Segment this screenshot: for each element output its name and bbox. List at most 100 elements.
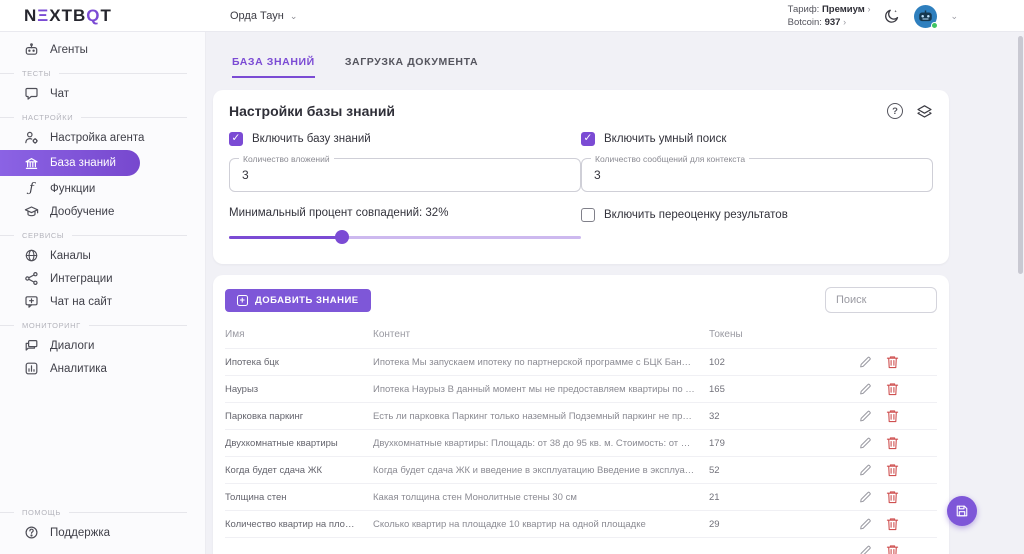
app-logo: NΞXTBQT (24, 6, 112, 26)
save-fab-button[interactable] (947, 496, 977, 526)
sidebar-item-label: Чат (50, 88, 69, 100)
edit-icon[interactable] (859, 463, 872, 477)
sidebar-item-agents[interactable]: Агенты (0, 38, 205, 61)
table-body: Ипотека бцк Ипотека Мы запускаем ипотеку… (225, 348, 937, 554)
edit-icon[interactable] (859, 436, 872, 450)
tab-upload-document[interactable]: ЗАГРУЗКА ДОКУМЕНТА (345, 56, 478, 78)
knowledge-tokens: 102 (709, 357, 794, 368)
knowledge-name: Парковка паркинг (225, 411, 373, 422)
chevron-down-icon: ⌄ (290, 11, 298, 22)
delete-icon[interactable] (886, 517, 899, 531)
graduation-cap-icon (24, 204, 39, 219)
sidebar-item-analytics[interactable]: Аналитика (0, 357, 205, 380)
sidebar-section-services: СЕРВИСЫ (0, 226, 205, 244)
delete-icon[interactable] (886, 355, 899, 369)
help-icon[interactable]: ? (887, 103, 903, 119)
edit-icon[interactable] (859, 517, 872, 531)
edit-icon[interactable] (859, 409, 872, 423)
sidebar-item-knowledge-base[interactable]: База знаний (0, 150, 140, 176)
sidebar-item-label: Агенты (50, 44, 88, 56)
user-gear-icon (24, 130, 39, 145)
sidebar-item-functions[interactable]: ƒ Функции (0, 177, 205, 200)
chat-widget-icon (24, 294, 39, 309)
smart-search-label: Включить умный поиск (604, 133, 726, 145)
delete-icon[interactable] (886, 409, 899, 423)
sidebar-section-settings: НАСТРОЙКИ (0, 108, 205, 126)
smart-search-checkbox[interactable] (581, 132, 595, 146)
delete-icon[interactable] (886, 463, 899, 477)
top-header: NΞXTBQT Орда Таун ⌄ Тариф: Премиум › Bot… (0, 0, 1024, 32)
sidebar-item-label: База знаний (50, 157, 116, 169)
sidebar-item-label: Диалоги (50, 340, 94, 352)
sidebar-item-training[interactable]: Дообучение (0, 200, 205, 223)
table-row: Парковка паркинг Есть ли парковка Паркин… (225, 402, 937, 429)
plan-label: Тариф: (788, 4, 820, 15)
bank-icon (24, 156, 39, 171)
plan-value: Премиум (822, 4, 865, 15)
edit-icon[interactable] (859, 490, 872, 504)
sidebar-item-label: Функции (50, 183, 95, 195)
match-slider-fill (229, 236, 342, 239)
knowledge-name: Ипотека бцк (225, 357, 373, 368)
delete-icon[interactable] (886, 544, 899, 554)
sidebar-item-label: Настройка агента (50, 132, 144, 144)
knowledge-content: Сколько квартир на площадке 10 квартир н… (373, 519, 709, 530)
botcoin-label: Botcoin: (788, 17, 822, 28)
sidebar-item-label: Дообучение (50, 206, 114, 218)
edit-icon[interactable] (859, 544, 872, 554)
sidebar-item-label: Интеграции (50, 273, 113, 285)
layers-icon[interactable] (916, 104, 933, 119)
sidebar-item-dialogs[interactable]: Диалоги (0, 334, 205, 357)
knowledge-table: Имя Контент Токены Ипотека бцк Ипотека М… (225, 321, 937, 554)
sidebar-item-support[interactable]: Поддержка (0, 521, 205, 544)
delete-icon[interactable] (886, 436, 899, 450)
bar-chart-icon (24, 361, 39, 376)
rerank-checkbox[interactable] (581, 208, 595, 222)
rerank-label: Включить переоценку результатов (604, 209, 788, 221)
knowledge-content: Какая толщина стен Монолитные стены 30 с… (373, 492, 709, 503)
knowledge-settings-card: Настройки базы знаний ? Включить базу зн… (213, 90, 949, 264)
min-match-label: Минимальный процент совпадений: 32% (229, 207, 581, 219)
knowledge-content: Ипотека Мы запускаем ипотеку по партнерс… (373, 357, 709, 368)
enable-kb-label: Включить базу знаний (252, 133, 371, 145)
sidebar-item-integrations[interactable]: Интеграции (0, 267, 205, 290)
edit-icon[interactable] (859, 355, 872, 369)
search-input[interactable] (825, 287, 937, 313)
avatar[interactable] (914, 5, 937, 28)
knowledge-tokens: 179 (709, 438, 794, 449)
tab-knowledge-base[interactable]: БАЗА ЗНАНИЙ (232, 56, 315, 78)
sidebar-item-label: Поддержка (50, 527, 110, 539)
knowledge-list-card: + ДОБАВИТЬ ЗНАНИЕ Имя Контент Токены Ипо… (213, 275, 949, 554)
table-row: Когда будет сдача ЖК Когда будет сдача Ж… (225, 456, 937, 483)
sidebar-item-chat[interactable]: Чат (0, 82, 205, 105)
dark-mode-moon-icon[interactable] (883, 7, 901, 25)
sidebar-item-channels[interactable]: Каналы (0, 244, 205, 267)
enable-kb-checkbox[interactable] (229, 132, 243, 146)
slider-track[interactable] (229, 236, 581, 239)
account-chevron-down-icon[interactable]: ⌄ (950, 11, 958, 22)
knowledge-name: Количество квартир на площадке (225, 519, 373, 530)
embeddings-input-label: Количество вложений (239, 154, 334, 164)
knowledge-tokens: 32 (709, 411, 794, 422)
chevron-right-icon: › (843, 17, 846, 27)
sidebar-section-monitoring: МОНИТОРИНГ (0, 316, 205, 334)
context-input-label: Количество сообщений для контекста (591, 154, 749, 164)
delete-icon[interactable] (886, 382, 899, 396)
edit-icon[interactable] (859, 382, 872, 396)
knowledge-tokens: 165 (709, 384, 794, 395)
add-knowledge-button[interactable]: + ДОБАВИТЬ ЗНАНИЕ (225, 289, 371, 312)
project-selector[interactable]: Орда Таун ⌄ (230, 0, 297, 32)
delete-icon[interactable] (886, 490, 899, 504)
sidebar-item-site-chat[interactable]: Чат на сайт (0, 290, 205, 313)
sidebar-item-agent-settings[interactable]: Настройка агента (0, 126, 205, 149)
table-row (225, 537, 937, 554)
sidebar-item-label: Каналы (50, 250, 91, 262)
table-row: Ипотека бцк Ипотека Мы запускаем ипотеку… (225, 348, 937, 375)
min-match-slider[interactable] (229, 230, 581, 244)
globe-icon (24, 248, 39, 263)
match-slider-thumb[interactable] (335, 230, 349, 244)
vertical-scrollbar[interactable] (1018, 36, 1023, 274)
plan-info[interactable]: Тариф: Премиум › Botcoin: 937 › (788, 3, 871, 30)
botcoin-value: 937 (825, 17, 841, 28)
sidebar-section-help: ПОМОЩЬ (0, 503, 205, 521)
